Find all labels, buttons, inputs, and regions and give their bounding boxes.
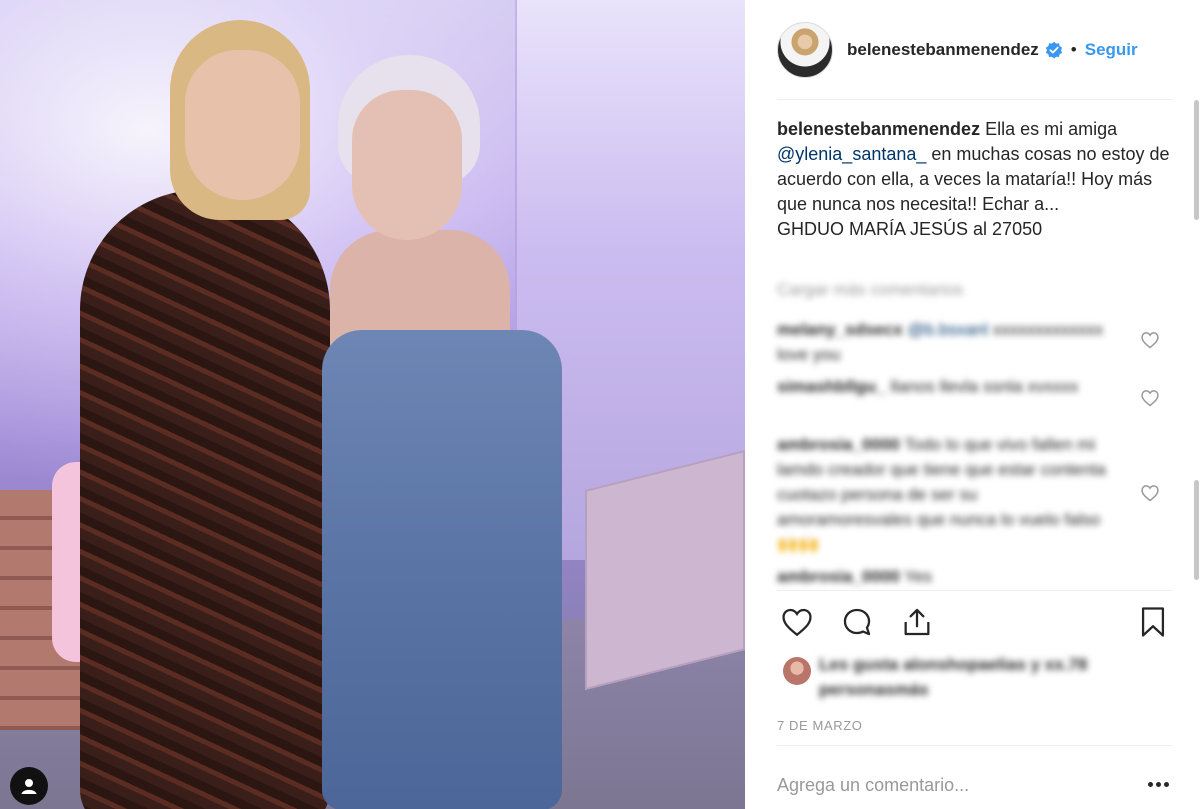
comment-item: melany_sdsecx @b.bsxanl xxxxxxxxxxxxx lo… bbox=[777, 317, 1117, 367]
post-photo[interactable] bbox=[0, 0, 745, 809]
more-icon bbox=[1147, 781, 1153, 787]
save-button[interactable] bbox=[1133, 602, 1173, 642]
person-right-face bbox=[352, 90, 462, 240]
caption-text-1: Ella es mi amiga bbox=[985, 119, 1118, 139]
heart-icon[interactable] bbox=[1140, 330, 1160, 350]
comment-item: ambrosia_0000 Todo lo que vivo fallen mi… bbox=[777, 432, 1117, 557]
share-button[interactable] bbox=[897, 602, 937, 642]
follow-button[interactable]: Seguir bbox=[1085, 40, 1138, 60]
add-comment-input[interactable] bbox=[777, 770, 1117, 800]
likes-text: Les gusta alonshopaelias y xx.78 persona… bbox=[819, 655, 1088, 699]
post-side-panel: belenestebanmenendez • Seguir belenesteb… bbox=[745, 0, 1200, 809]
likes-summary[interactable]: Les gusta alonshopaelias y xx.78 persona… bbox=[783, 652, 1113, 702]
post-date: 7 DE MARZO bbox=[777, 718, 863, 733]
heart-icon[interactable] bbox=[1140, 483, 1160, 503]
header-divider bbox=[777, 99, 1173, 100]
caption-username[interactable]: belenestebanmenendez bbox=[777, 119, 980, 139]
comment-username[interactable]: melany_sdsecx bbox=[777, 320, 903, 339]
comment-button[interactable] bbox=[837, 602, 877, 642]
author-username[interactable]: belenestebanmenendez bbox=[847, 40, 1039, 60]
comment-text: Yes bbox=[904, 567, 933, 586]
comment-mention[interactable]: @b.bsxanl bbox=[907, 320, 988, 339]
header-separator: • bbox=[1070, 40, 1077, 59]
comment-username[interactable]: ambrosia_0000 bbox=[777, 567, 900, 586]
comments-scrollbar-thumb[interactable] bbox=[1194, 480, 1199, 580]
comment-divider bbox=[777, 745, 1173, 746]
verified-badge-icon bbox=[1045, 41, 1062, 59]
photo-crate bbox=[585, 450, 745, 690]
like-button[interactable] bbox=[777, 602, 817, 642]
comment-item: ambrosia_0000 Yes bbox=[777, 564, 1117, 589]
author-avatar[interactable] bbox=[777, 22, 833, 78]
caption-mention[interactable]: @ylenia_santana_ bbox=[777, 144, 926, 164]
actions-divider bbox=[777, 590, 1173, 591]
comment-username[interactable]: simashbllgu_ bbox=[777, 377, 886, 396]
caption-text-3: GHDUO MARÍA JESÚS al 27050 bbox=[777, 219, 1043, 239]
heart-icon[interactable] bbox=[1140, 388, 1160, 408]
comments-scrollbar-thumb[interactable] bbox=[1194, 100, 1199, 220]
more-icon-dot bbox=[1163, 781, 1169, 787]
tagged-users-button[interactable] bbox=[10, 767, 48, 805]
person-right-denim-outfit bbox=[322, 330, 562, 809]
share-icon bbox=[904, 608, 930, 636]
post-actions bbox=[777, 600, 1177, 644]
heart-icon bbox=[782, 608, 812, 637]
person-left-face bbox=[185, 50, 300, 200]
more-options-button[interactable] bbox=[1143, 772, 1173, 796]
user-icon bbox=[21, 779, 37, 794]
post-caption: belenestebanmenendez Ella es mi amiga @y… bbox=[777, 117, 1173, 242]
person-left-dress bbox=[80, 190, 330, 809]
load-more-comments[interactable]: Cargar más comentarios bbox=[777, 280, 963, 300]
comment-username[interactable]: ambrosia_0000 bbox=[777, 435, 900, 454]
comment-item: simashbllgu_ llanos llevla ssnla xvxxxx bbox=[777, 374, 1117, 399]
comment-icon bbox=[843, 608, 871, 636]
comment-text: llanos llevla ssnla xvxxxx bbox=[890, 377, 1079, 396]
more-icon-dot bbox=[1155, 781, 1161, 787]
bookmark-icon bbox=[1141, 607, 1165, 637]
post-header: belenestebanmenendez • Seguir bbox=[777, 18, 1173, 82]
